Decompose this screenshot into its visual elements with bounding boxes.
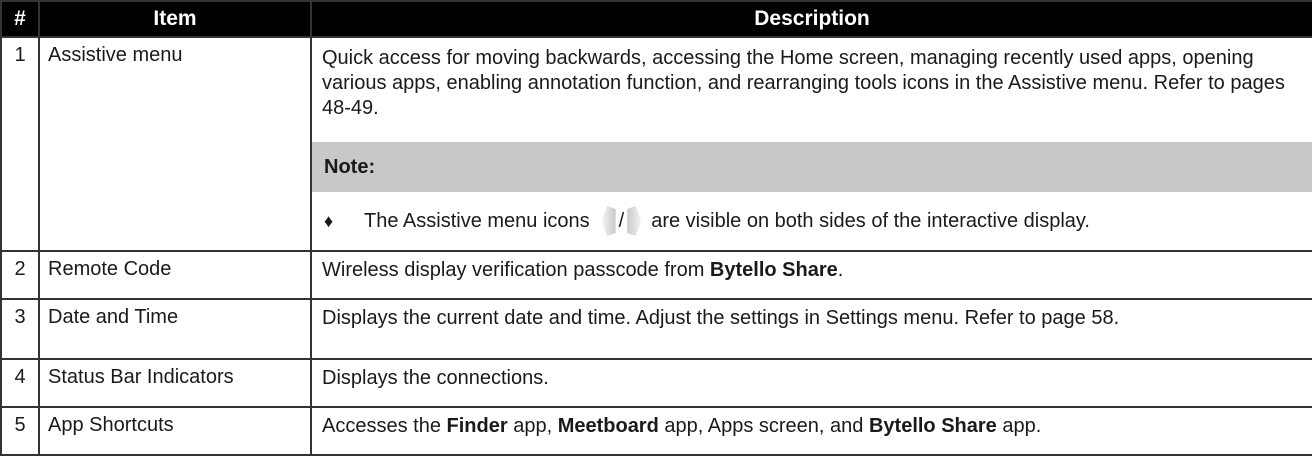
- row-item: Assistive menu: [38, 36, 312, 252]
- note-text-before: The Assistive menu icons: [364, 209, 590, 232]
- row-number: 1: [0, 36, 40, 252]
- table-row: 1 Assistive menu Quick access for moving…: [0, 36, 1312, 252]
- row-description: Displays the current date and time. Adju…: [310, 298, 1312, 360]
- row-item: App Shortcuts: [38, 406, 312, 456]
- row-description: Displays the connections.: [310, 358, 1312, 408]
- bullet-icon: ♦: [324, 210, 334, 231]
- row-number: 4: [0, 358, 40, 408]
- header-description: Description: [310, 0, 1312, 38]
- row-item: Status Bar Indicators: [38, 358, 312, 408]
- table-row: 5 App Shortcuts Accesses the Finder app,…: [0, 406, 1312, 456]
- header-number: #: [0, 0, 40, 38]
- row-number: 5: [0, 406, 40, 456]
- row-number: 3: [0, 298, 40, 360]
- app-name-bold: Bytello Share: [868, 415, 997, 437]
- row-description: Wireless display verification passcode f…: [310, 250, 1312, 300]
- description-text: app.: [996, 415, 1042, 437]
- row-number: 2: [0, 250, 40, 300]
- table-header-row: # Item Description: [0, 0, 1312, 38]
- table-row: 4 Status Bar Indicators Displays the con…: [0, 358, 1312, 408]
- feature-table: # Item Description 1 Assistive menu Quic…: [0, 0, 1312, 456]
- description-text: app, Apps screen, and: [658, 415, 869, 437]
- app-name-bold: Finder: [446, 415, 508, 437]
- note-body: ♦ The Assistive menu icons / are visible…: [312, 192, 1312, 250]
- row-description: Quick access for moving backwards, acces…: [310, 36, 1312, 252]
- assistive-menu-left-icon: [601, 206, 616, 236]
- description-text: Accesses the: [322, 415, 447, 437]
- row-item: Remote Code: [38, 250, 312, 300]
- description-text: Wireless display verification passcode f…: [322, 259, 710, 281]
- row-item: Date and Time: [38, 298, 312, 360]
- description-text: .: [837, 259, 844, 281]
- assistive-menu-right-icon: [627, 206, 642, 236]
- description-text: Quick access for moving backwards, acces…: [322, 47, 1285, 119]
- table-row: 2 Remote Code Wireless display verificat…: [0, 250, 1312, 300]
- app-name-bold: Bytello Share: [709, 259, 838, 281]
- app-name-bold: Meetboard: [557, 415, 659, 437]
- note-label: Note:: [312, 142, 1312, 192]
- header-item: Item: [38, 0, 312, 38]
- description-text: app,: [507, 415, 558, 437]
- table-row: 3 Date and Time Displays the current dat…: [0, 298, 1312, 360]
- icon-separator: /: [618, 209, 625, 232]
- note-text-after: are visible on both sides of the interac…: [651, 209, 1090, 232]
- row-description: Accesses the Finder app, Meetboard app, …: [310, 406, 1312, 456]
